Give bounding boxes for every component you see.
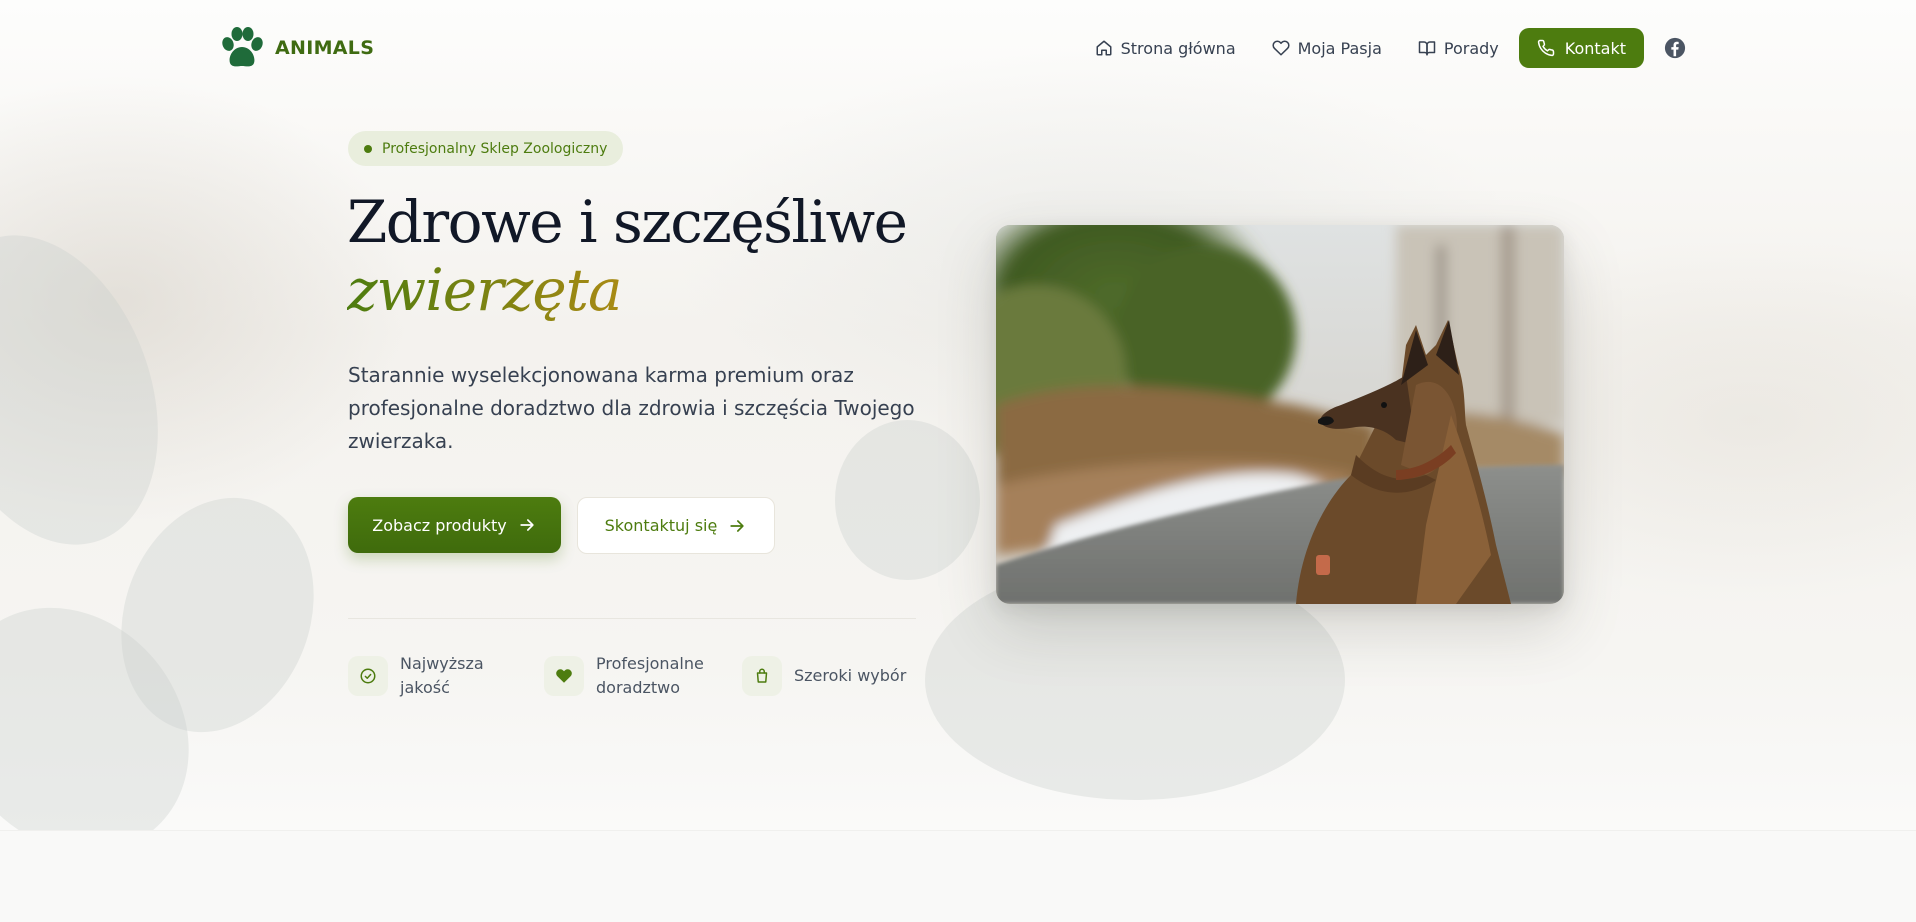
home-icon	[1096, 40, 1112, 56]
hero-divider	[348, 618, 916, 619]
hero-image	[996, 225, 1564, 604]
facebook-icon[interactable]	[1664, 37, 1686, 59]
dog-photo	[996, 225, 1564, 604]
contact-button-label: Kontakt	[1564, 38, 1626, 58]
nav-item-home[interactable]: Strona główna	[1077, 28, 1254, 68]
hero-title: Zdrowe i szczęśliwe	[347, 188, 908, 256]
feature-label: Szeroki wybór	[794, 664, 906, 688]
nav-item-label: Porady	[1443, 38, 1499, 58]
check-circle-icon	[360, 668, 376, 684]
phone-icon	[1537, 39, 1555, 57]
paw-icon	[222, 27, 263, 67]
next-section	[0, 830, 1916, 922]
arrow-right-icon	[730, 519, 745, 532]
heart-icon	[1272, 40, 1290, 56]
badge-dot	[364, 144, 372, 153]
paw-decoration	[0, 203, 199, 577]
brand-name: ANIMALS	[275, 37, 375, 59]
brand-logo[interactable]: ANIMALS	[219, 26, 374, 70]
hero-background	[0, 0, 1916, 830]
badge-label: Profesjonalny Sklep Zoologiczny	[382, 140, 608, 157]
hero-lead: Starannie wyselekcjonowana karma premium…	[348, 363, 915, 453]
main-nav: Strona główna Moja Pasja Porady Kontakt	[1077, 28, 1686, 68]
nav-item-label: Moja Pasja	[1297, 38, 1382, 58]
feature-label-line: doradztwo	[596, 678, 681, 697]
feature-list: Najwyższa jakość Profesjonalne doradztwo…	[348, 652, 906, 700]
site-header: ANIMALS Strona główna Moja Pasja Porady …	[0, 0, 1916, 96]
feature-label-line: jakość	[400, 678, 450, 697]
view-products-label: Zobacz produkty	[372, 515, 507, 535]
feature-label-line: Szeroki wybór	[794, 666, 907, 685]
feature-item-advice: Profesjonalne doradztwo	[544, 652, 742, 700]
feature-label: Najwyższa jakość	[400, 652, 484, 700]
contact-us-label: Skontaktuj się	[604, 516, 718, 535]
feature-icon-box	[742, 656, 782, 696]
arrow-right-icon	[520, 519, 534, 531]
contact-us-button[interactable]: Skontaktuj się	[577, 497, 775, 554]
book-icon	[1418, 41, 1436, 56]
feature-icon-box	[348, 656, 388, 696]
feature-label-line: Najwyższa	[400, 654, 484, 673]
shopping-bag-icon	[756, 668, 768, 683]
nav-item-porady[interactable]: Porady	[1400, 28, 1517, 68]
nav-item-moja-pasja[interactable]: Moja Pasja	[1254, 28, 1400, 68]
nav-item-label: Strona główna	[1120, 38, 1236, 58]
contact-button[interactable]: Kontakt	[1518, 28, 1644, 68]
heart-icon	[556, 669, 572, 683]
view-products-button[interactable]: Zobacz produkty	[348, 497, 561, 553]
feature-label-line: Profesjonalne	[596, 654, 704, 673]
feature-item-selection: Szeroki wybór	[742, 652, 906, 700]
feature-icon-box	[544, 656, 584, 696]
hero-badge: Profesjonalny Sklep Zoologiczny	[348, 131, 624, 166]
feature-label: Profesjonalne doradztwo	[596, 652, 704, 700]
feature-item-quality: Najwyższa jakość	[348, 652, 544, 700]
hero-title-accent: zwierzęta	[347, 256, 623, 324]
